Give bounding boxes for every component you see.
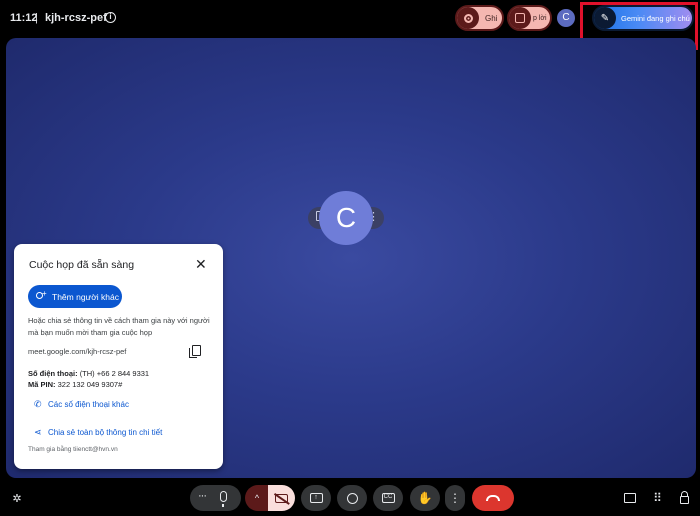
share-description: Hoặc chia sẻ thông tin về cách tham gia … xyxy=(28,316,210,337)
pin-line: Mã PIN: 322 132 049 9307# xyxy=(28,380,122,389)
close-icon[interactable]: ✕ xyxy=(195,257,207,271)
self-avatar[interactable]: C xyxy=(557,9,575,27)
more-phones-label: Các số điện thoại khác xyxy=(48,400,129,409)
pin-label: Mã PIN: xyxy=(28,380,56,389)
add-people-button[interactable]: Thêm người khác xyxy=(28,285,122,308)
clock-time: 11:12 xyxy=(10,12,38,24)
hand-icon: ✋ xyxy=(417,491,433,505)
camera-options-button[interactable]: ^ xyxy=(245,485,269,511)
info-icon[interactable]: i xyxy=(105,12,116,23)
top-bar: 11:12 | kjh-rcsz-pef i Ghi p lời C ✎ Gem… xyxy=(0,0,700,50)
transcript-icon xyxy=(509,7,531,29)
reactions-button[interactable] xyxy=(337,485,367,511)
phone-value: (TH) +66 2 844 9331 xyxy=(79,369,150,378)
phone-label: Số điện thoại: xyxy=(28,369,78,378)
record-icon xyxy=(457,7,479,29)
meeting-code: kjh-rcsz-pef xyxy=(45,12,107,24)
joined-as-text: Tham gia bằng tiienctt@hvn.vn xyxy=(28,446,118,453)
dialog-title: Cuộc họp đã sẵn sàng xyxy=(29,259,135,271)
title-separator: | xyxy=(35,12,38,24)
camera-toggle-button[interactable] xyxy=(268,485,295,511)
recording-indicator-button[interactable]: Ghi xyxy=(455,5,504,31)
more-options-button[interactable]: ⋮ xyxy=(445,485,465,511)
hang-up-icon xyxy=(486,495,500,501)
more-phone-numbers-link[interactable]: ✆ Các số điện thoại khác xyxy=(34,399,129,410)
activities-button[interactable]: ⠿ xyxy=(647,488,667,508)
phone-icon: ✆ xyxy=(34,399,42,409)
recording-label: Ghi xyxy=(485,13,498,23)
add-people-label: Thêm người khác xyxy=(52,291,120,302)
meeting-url: meet.google.com/kjh-rcsz-pef xyxy=(28,347,127,356)
share-details-label: Chia sẻ toàn bộ thông tin chi tiết xyxy=(48,428,163,437)
pin-value: 322 132 049 9307# xyxy=(57,380,123,389)
meeting-ready-dialog: Cuộc họp đã sẵn sàng ✕ Thêm người khác H… xyxy=(14,244,223,469)
chat-button[interactable] xyxy=(620,488,640,508)
phone-number-line: Số điện thoại: (TH) +66 2 844 9331 xyxy=(28,369,149,378)
microphone-icon xyxy=(220,491,227,507)
lock-icon xyxy=(679,491,689,504)
microphone-button[interactable]: ··· xyxy=(190,485,241,511)
transcript-indicator-button[interactable]: p lời xyxy=(507,5,552,31)
present-screen-icon: ↑ xyxy=(309,493,323,503)
more-options-icon[interactable]: ··· xyxy=(198,490,207,502)
camera-off-icon xyxy=(275,493,288,503)
sparkle-off-icon[interactable]: ✲ xyxy=(7,488,27,508)
captions-button[interactable]: CC xyxy=(373,485,403,511)
transcript-label: p lời xyxy=(533,14,547,22)
raise-hand-button[interactable]: ✋ xyxy=(410,485,440,511)
apps-grid-icon: ⠿ xyxy=(653,491,662,505)
copy-icon[interactable] xyxy=(189,345,201,358)
share-details-link[interactable]: ⋖ Chia sẻ toàn bộ thông tin chi tiết xyxy=(34,427,162,438)
share-icon: ⋖ xyxy=(34,427,42,437)
leave-call-button[interactable] xyxy=(472,485,514,511)
captions-icon: CC xyxy=(381,493,395,503)
present-button[interactable]: ↑ xyxy=(301,485,331,511)
emoji-icon xyxy=(346,492,358,504)
chat-icon xyxy=(624,493,636,503)
person-add-icon xyxy=(36,289,47,301)
participant-avatar: C xyxy=(319,191,373,245)
more-vert-icon: ⋮ xyxy=(449,491,461,505)
host-controls-button[interactable] xyxy=(674,488,694,508)
